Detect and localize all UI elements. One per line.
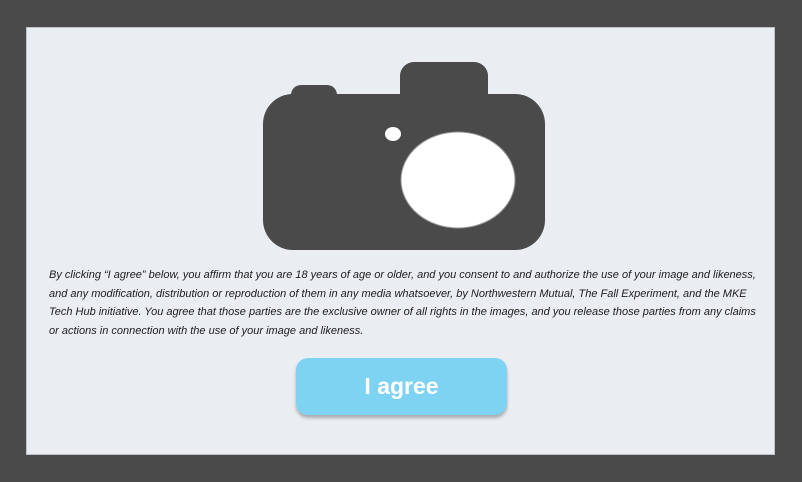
consent-text: By clicking “I agree” below, you affirm … (49, 269, 756, 337)
camera-icon (263, 62, 545, 250)
agree-button[interactable]: I agree (296, 358, 507, 415)
consent-panel: By clicking “I agree” below, you affirm … (26, 27, 775, 455)
